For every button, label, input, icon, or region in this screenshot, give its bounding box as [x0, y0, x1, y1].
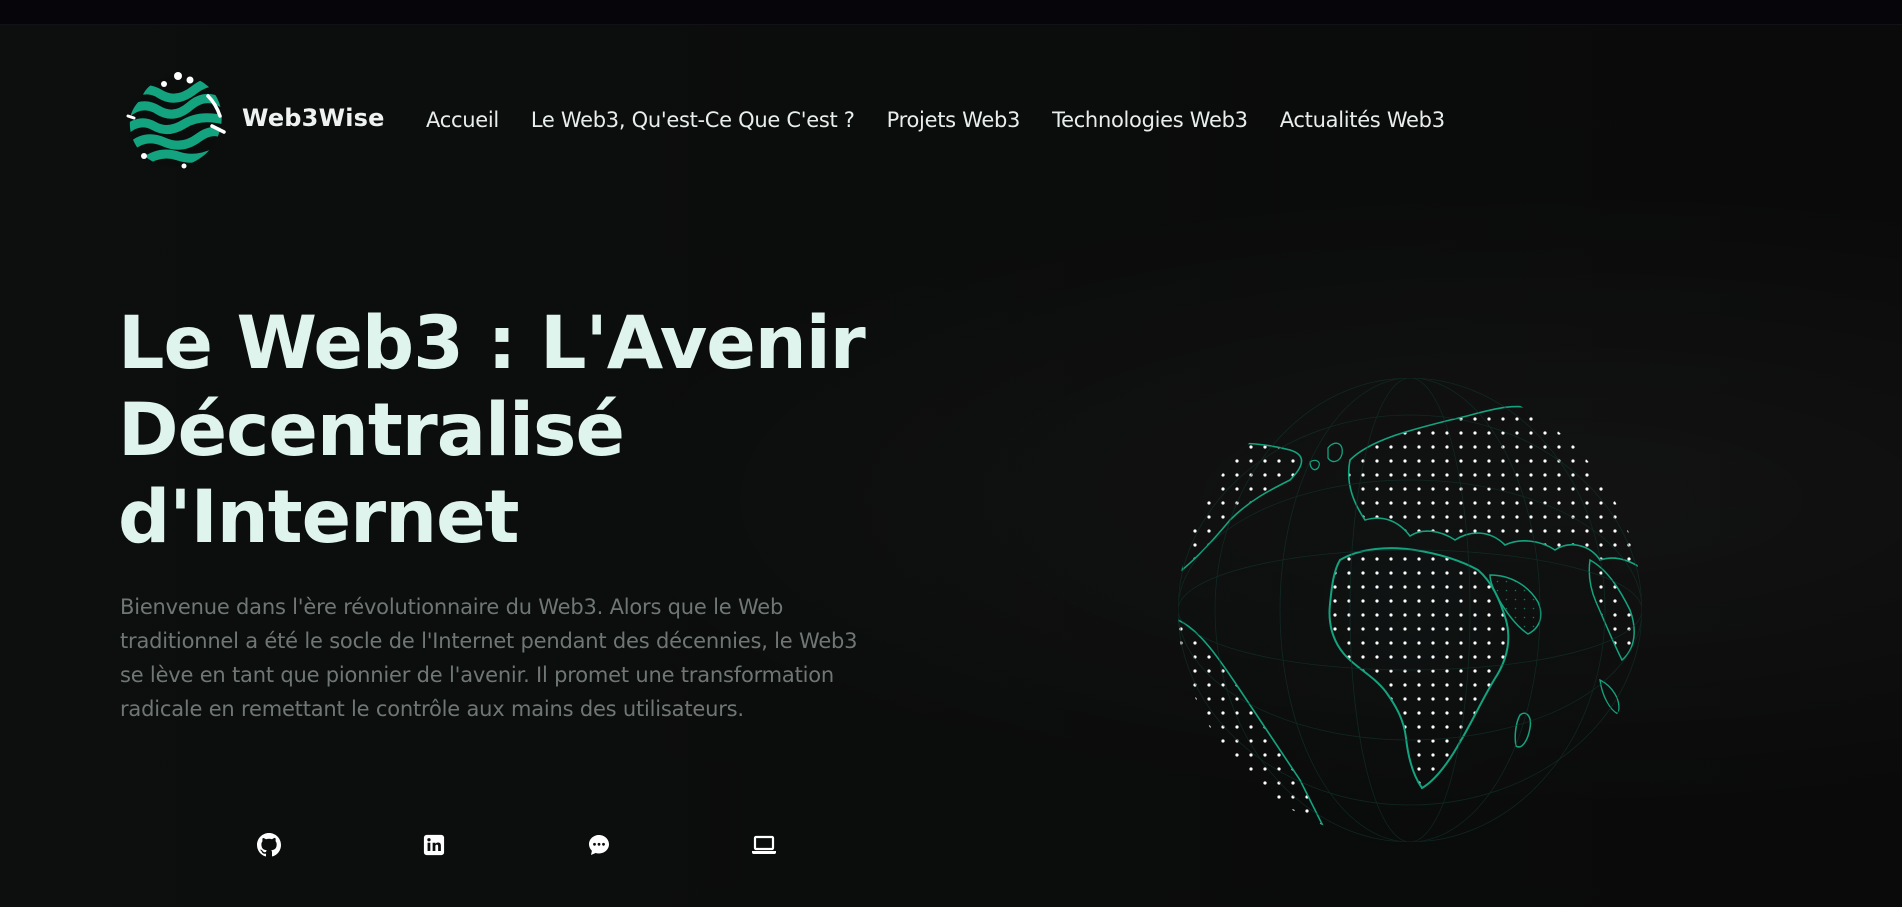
social-links — [256, 832, 777, 858]
hero-title-line-2: Décentralisé — [118, 388, 625, 473]
nav-item-technologies[interactable]: Technologies Web3 — [1052, 108, 1248, 132]
github-icon[interactable] — [256, 832, 282, 858]
hero-subtitle: Bienvenue dans l'ère révolutionnaire du … — [120, 595, 858, 721]
hero-title-line-1: Le Web3 : L'Avenir — [118, 301, 866, 386]
nav-item-le-web3[interactable]: Le Web3, Qu'est-Ce Que C'est ? — [531, 108, 855, 132]
page: Web3Wise Accueil Le Web3, Qu'est-Ce Que … — [0, 0, 1902, 907]
brand-name[interactable]: Web3Wise — [242, 104, 385, 132]
web3wise-logo-icon[interactable] — [124, 68, 228, 172]
nav-item-projets[interactable]: Projets Web3 — [887, 108, 1021, 132]
laptop-icon[interactable] — [751, 832, 777, 858]
globe-icon — [1170, 370, 1650, 850]
chat-bubble-icon[interactable] — [586, 832, 612, 858]
hero-title-line-3: d'Internet — [118, 475, 520, 560]
main-nav: Accueil Le Web3, Qu'est-Ce Que C'est ? P… — [426, 108, 1445, 132]
nav-item-actualites[interactable]: Actualités Web3 — [1280, 108, 1445, 132]
nav-item-accueil[interactable]: Accueil — [426, 108, 499, 132]
linkedin-icon[interactable] — [421, 832, 447, 858]
hero-title: Le Web3 : L'Avenir Décentralisé d'Intern… — [118, 300, 938, 561]
browser-top-bar — [0, 0, 1902, 25]
